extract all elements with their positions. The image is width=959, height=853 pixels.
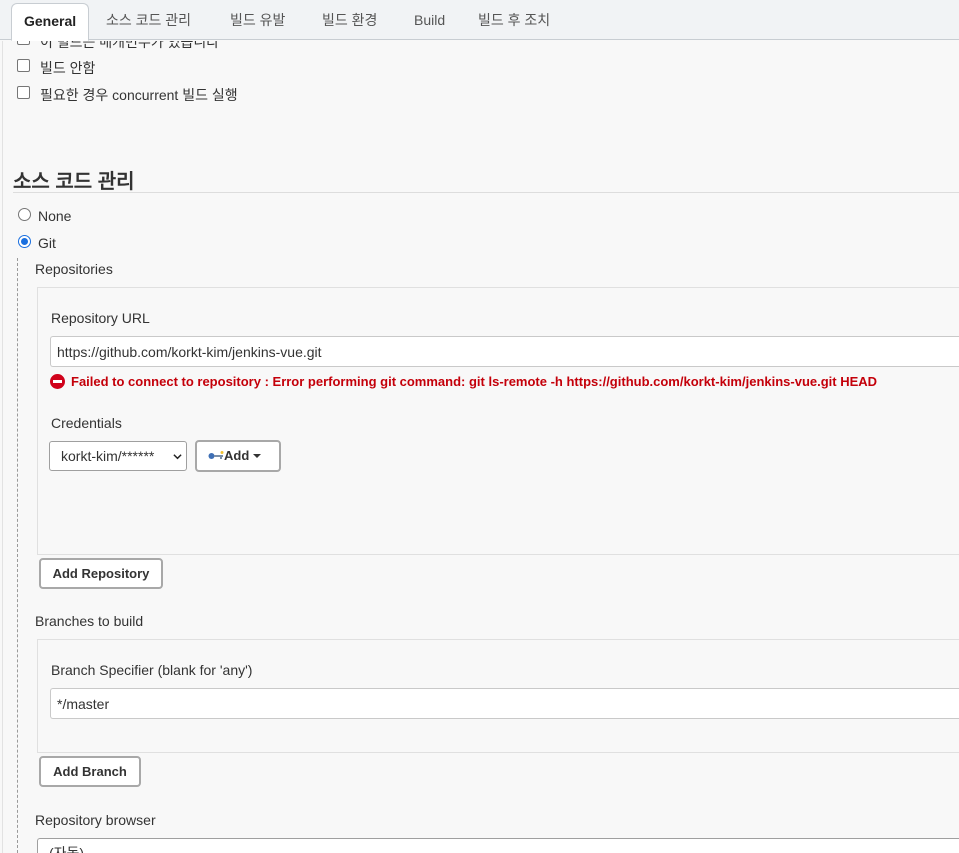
branch-specifier-label: Branch Specifier (blank for 'any') — [51, 662, 253, 678]
tab-build-environment[interactable]: 빌드 환경 — [310, 3, 389, 40]
add-repository-button[interactable]: Add Repository — [39, 558, 163, 589]
tab-general[interactable]: General — [11, 3, 90, 41]
job-config-page: 이 빌드는 매개변수가 있습니다 빌드 안함 필요한 경우 concurrent… — [2, 41, 959, 853]
scm-git-radio[interactable] — [18, 235, 31, 248]
repository-browser-label: Repository browser — [35, 812, 156, 828]
credentials-label: Credentials — [51, 415, 122, 431]
repository-browser-select[interactable]: (자동) — [37, 838, 959, 853]
disable-build-label: 빌드 안함 — [40, 60, 96, 76]
tab-build-triggers[interactable]: 빌드 유발 — [218, 3, 297, 40]
scm-git-label: Git — [38, 235, 56, 251]
branch-panel: Branch Specifier (blank for 'any') — [37, 639, 959, 753]
section-divider — [13, 192, 959, 193]
git-options-indent-line — [17, 258, 18, 853]
parameterized-checkbox[interactable] — [17, 41, 30, 45]
tab-bar: General 소스 코드 관리 빌드 유발 빌드 환경 Build 빌드 후 … — [0, 0, 959, 41]
scm-none-label: None — [38, 208, 72, 224]
tab-source-code-management[interactable]: 소스 코드 관리 — [94, 3, 203, 40]
tab-build[interactable]: Build — [402, 3, 457, 40]
parameterized-label: 이 빌드는 매개변수가 있습니다 — [40, 41, 220, 50]
repository-error-text: Failed to connect to repository : Error … — [71, 374, 878, 389]
add-branch-button[interactable]: Add Branch — [39, 756, 141, 787]
repository-url-label: Repository URL — [51, 310, 150, 326]
add-credentials-button[interactable]: Add — [195, 440, 281, 472]
repository-panel: Repository URL Failed to connect to repo… — [37, 287, 959, 555]
add-button-label: Add — [224, 448, 250, 463]
caret-down-icon — [253, 454, 261, 458]
concurrent-build-label: 필요한 경우 concurrent 빌드 실행 — [40, 87, 238, 103]
credentials-selected-value: korkt-kim/****** — [61, 448, 155, 464]
scm-section-title: 소스 코드 관리 — [13, 171, 135, 193]
scm-none-radio[interactable] — [18, 208, 31, 221]
repository-browser-value: (자동) — [49, 845, 85, 853]
concurrent-build-checkbox[interactable] — [17, 86, 30, 99]
repository-url-input[interactable] — [50, 336, 959, 367]
chevron-down-icon — [173, 454, 182, 460]
tab-post-build-actions[interactable]: 빌드 후 조치 — [466, 3, 562, 40]
disable-build-checkbox[interactable] — [17, 59, 30, 72]
branch-specifier-input[interactable] — [50, 688, 959, 719]
key-icon — [208, 451, 224, 459]
credentials-select[interactable]: korkt-kim/****** — [49, 441, 187, 471]
branches-to-build-label: Branches to build — [35, 613, 144, 629]
error-icon — [50, 374, 65, 389]
repositories-label: Repositories — [35, 261, 113, 277]
